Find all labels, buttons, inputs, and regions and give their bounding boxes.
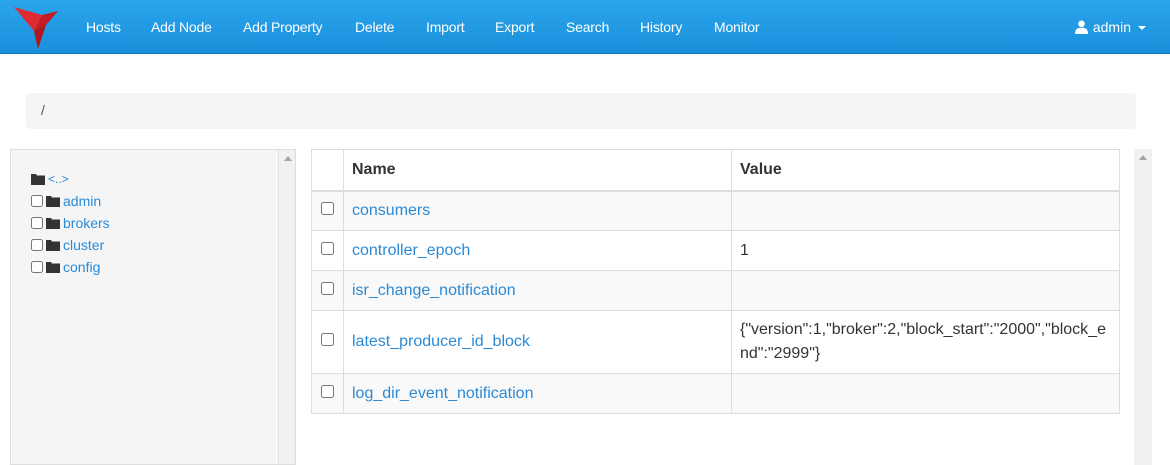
user-name: admin	[1092, 19, 1131, 35]
name-cell: controller_epoch	[343, 230, 732, 271]
breadcrumb-path: /	[41, 102, 45, 118]
nav-monitor[interactable]: Monitor	[714, 19, 759, 35]
nav-import[interactable]: Import	[426, 19, 465, 35]
nav-hosts[interactable]: Hosts	[86, 19, 121, 35]
table-row: controller_epoch 1	[311, 230, 1120, 271]
scroll-up-arrow-icon[interactable]	[284, 156, 292, 161]
column-header-value: Value	[731, 149, 1120, 192]
tree-parent-link[interactable]: <..>	[48, 172, 69, 186]
row-select-cell	[311, 270, 344, 311]
tree-item: config	[31, 256, 110, 278]
tree-item-link[interactable]: cluster	[63, 237, 104, 253]
tree-item-link[interactable]: config	[63, 259, 100, 275]
chevron-down-icon	[1138, 26, 1146, 30]
value-cell	[731, 190, 1120, 231]
folder-icon	[46, 218, 60, 229]
nav-export[interactable]: Export	[495, 19, 534, 35]
nav-history[interactable]: History	[640, 19, 682, 35]
header-select-column	[311, 149, 344, 192]
row-checkbox[interactable]	[321, 333, 334, 346]
main-scrollbar[interactable]	[1134, 149, 1152, 465]
properties-table-container: Name Value consumers controller_epoch 1 …	[311, 149, 1120, 414]
row-checkbox[interactable]	[321, 201, 334, 215]
name-cell: log_dir_event_notification	[343, 373, 732, 414]
bird-logo-icon[interactable]	[12, 5, 60, 51]
tree-item-checkbox[interactable]	[31, 261, 43, 273]
tree-item: admin	[31, 190, 110, 212]
properties-table: Name Value consumers controller_epoch 1 …	[311, 149, 1120, 414]
tree-item: brokers	[31, 212, 110, 234]
top-navbar: Hosts Add Node Add Property Delete Impor…	[0, 0, 1170, 54]
tree-item-checkbox[interactable]	[31, 195, 43, 207]
property-name-link[interactable]: controller_epoch	[352, 242, 470, 259]
tree-scrollbar[interactable]	[278, 150, 295, 464]
folder-icon	[46, 196, 60, 207]
value-cell	[731, 270, 1120, 311]
tree-panel: <..> admin brokers cluster config	[10, 149, 296, 465]
folder-icon	[46, 262, 60, 273]
folder-icon	[31, 174, 45, 185]
table-header-row: Name Value	[311, 149, 1120, 192]
table-row: latest_producer_id_block {"version":1,"b…	[311, 310, 1120, 374]
folder-icon	[46, 240, 60, 251]
row-select-cell	[311, 373, 344, 414]
name-cell: isr_change_notification	[343, 270, 732, 311]
table-row: isr_change_notification	[311, 270, 1120, 311]
nav-search[interactable]: Search	[566, 19, 609, 35]
nav-add-node[interactable]: Add Node	[151, 19, 212, 35]
breadcrumb: /	[26, 93, 1136, 129]
table-row: log_dir_event_notification	[311, 373, 1120, 414]
column-header-name: Name	[343, 149, 732, 192]
row-select-cell	[311, 310, 344, 374]
name-cell: consumers	[343, 190, 732, 231]
value-cell: {"version":1,"broker":2,"block_start":"2…	[731, 310, 1120, 374]
user-menu[interactable]: admin	[1074, 19, 1146, 35]
tree-item-checkbox[interactable]	[31, 239, 43, 251]
tree-item-checkbox[interactable]	[31, 217, 43, 229]
row-select-cell	[311, 190, 344, 231]
tree-list: <..> admin brokers cluster config	[31, 168, 110, 278]
tree-item-link[interactable]: admin	[63, 193, 101, 209]
tree-item: cluster	[31, 234, 110, 256]
value-cell: 1	[731, 230, 1120, 271]
tree-item-link[interactable]: brokers	[63, 215, 110, 231]
property-name-link[interactable]: log_dir_event_notification	[352, 385, 533, 402]
row-checkbox[interactable]	[321, 241, 334, 255]
row-checkbox[interactable]	[321, 384, 334, 398]
property-name-link[interactable]: consumers	[352, 202, 430, 219]
value-cell	[731, 373, 1120, 414]
property-name-link[interactable]: isr_change_notification	[352, 282, 516, 299]
property-name-link[interactable]: latest_producer_id_block	[352, 333, 530, 350]
table-row: consumers	[311, 190, 1120, 231]
nav-add-property[interactable]: Add Property	[243, 19, 323, 35]
row-select-cell	[311, 230, 344, 271]
row-checkbox[interactable]	[321, 281, 334, 295]
scroll-up-arrow-icon[interactable]	[1139, 155, 1147, 160]
user-icon	[1074, 20, 1088, 34]
name-cell: latest_producer_id_block	[343, 310, 732, 374]
nav-delete[interactable]: Delete	[355, 19, 394, 35]
tree-parent-item: <..>	[31, 168, 110, 190]
